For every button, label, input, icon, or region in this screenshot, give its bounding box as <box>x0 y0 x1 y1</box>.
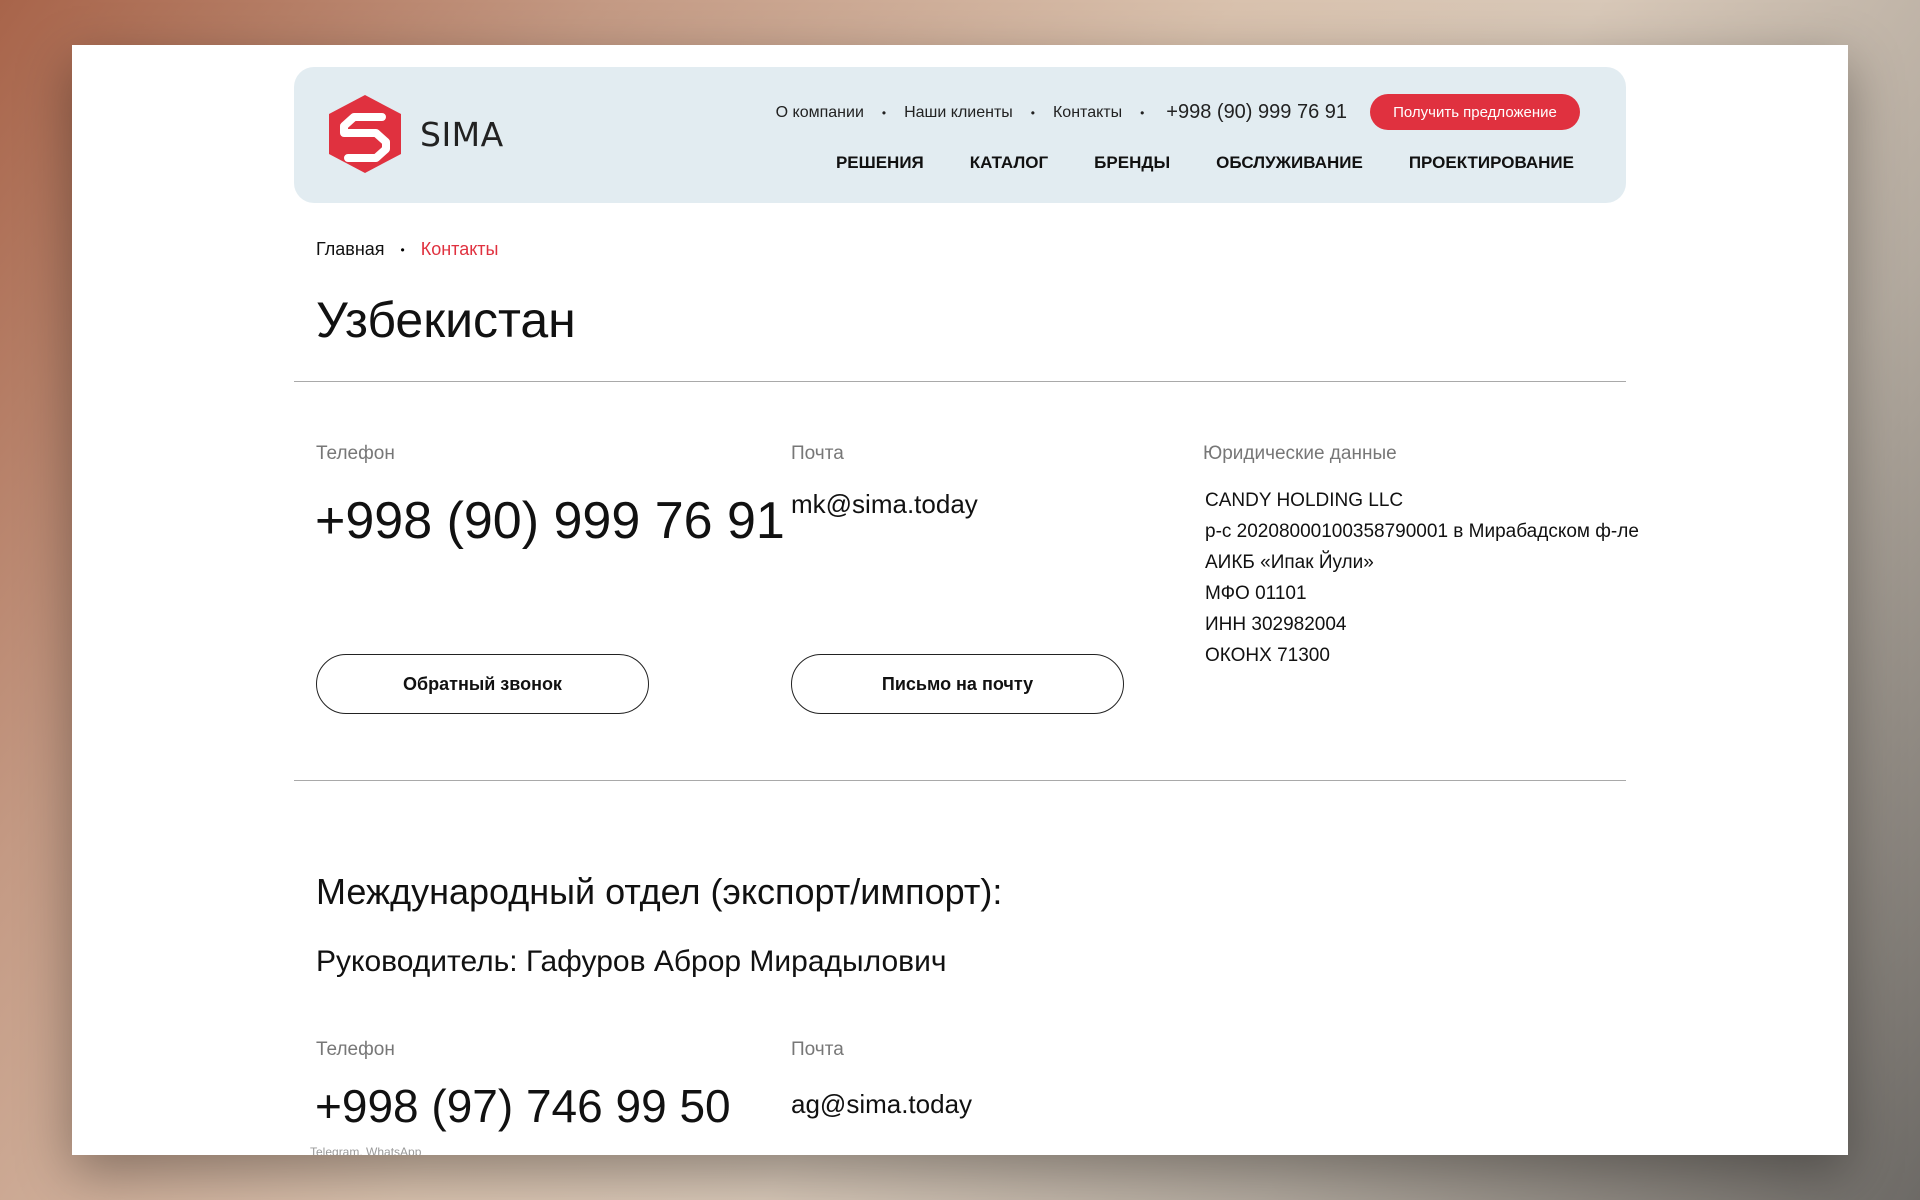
nav-brands[interactable]: БРЕНДЫ <box>1094 153 1170 173</box>
intl-email-label: Почта <box>791 1039 844 1060</box>
get-offer-button[interactable]: Получить предложение <box>1370 94 1580 130</box>
nav-design[interactable]: ПРОЕКТИРОВАНИЕ <box>1409 153 1574 173</box>
messengers-note: Telegram, WhatsApp <box>310 1145 422 1155</box>
header-phone-link[interactable]: +998 (90) 999 76 91 <box>1166 101 1347 124</box>
email-label: Почта <box>791 443 844 464</box>
legal-line: р-с 20208000100358790001 в Мирабадском ф… <box>1205 521 1639 542</box>
legal-details: CANDY HOLDING LLC р-с 202080001003587900… <box>1205 485 1639 671</box>
intl-phone-link[interactable]: +998 (97) 746 99 50 <box>315 1079 731 1133</box>
intl-phone-label: Телефон <box>316 1039 395 1060</box>
legal-line: МФО 01101 <box>1205 583 1307 604</box>
sima-logo-icon <box>329 95 401 173</box>
topnav-clients-link[interactable]: Наши клиенты <box>904 104 1013 122</box>
phone-label: Телефон <box>316 443 395 464</box>
intl-email-link[interactable]: ag@sima.today <box>791 1089 972 1120</box>
legal-line: ОКОНХ 71300 <box>1205 645 1330 666</box>
page-title: Узбекистан <box>316 292 576 348</box>
browser-page: SIMA О компании • Наши клиенты • Контакт… <box>72 45 1848 1155</box>
nav-solutions[interactable]: РЕШЕНИЯ <box>836 153 924 173</box>
breadcrumb-current: Контакты <box>420 239 499 259</box>
legal-label: Юридические данные <box>1203 443 1397 464</box>
divider <box>294 381 1626 382</box>
divider <box>294 780 1626 781</box>
logo-text: SIMA <box>420 114 504 154</box>
top-nav: О компании • Наши клиенты • Контакты • +… <box>776 101 1347 124</box>
logo[interactable]: SIMA <box>324 93 504 175</box>
nav-catalog[interactable]: КАТАЛОГ <box>970 153 1048 173</box>
topnav-about-link[interactable]: О компании <box>776 104 864 122</box>
send-email-button[interactable]: Письмо на почту <box>791 654 1124 714</box>
main-nav: РЕШЕНИЯ КАТАЛОГ БРЕНДЫ ОБСЛУЖИВАНИЕ ПРОЕ… <box>836 153 1574 173</box>
breadcrumb: Главная • Контакты <box>316 239 498 260</box>
breadcrumb-separator: • <box>400 242 405 257</box>
legal-line: CANDY HOLDING LLC <box>1205 490 1404 511</box>
legal-line: АИКБ «Ипак Йули» <box>1205 552 1374 573</box>
nav-separator: • <box>1030 105 1035 120</box>
nav-separator: • <box>881 105 887 120</box>
legal-line: ИНН 302982004 <box>1205 614 1347 635</box>
callback-button[interactable]: Обратный звонок <box>316 654 649 714</box>
main-phone-link[interactable]: +998 (90) 999 76 91 <box>315 491 785 551</box>
nav-service[interactable]: ОБСЛУЖИВАНИЕ <box>1216 153 1363 173</box>
site-header: SIMA О компании • Наши клиенты • Контакт… <box>294 67 1626 203</box>
main-email-link[interactable]: mk@sima.today <box>791 489 978 520</box>
international-section-title: Международный отдел (экспорт/импорт): <box>316 871 1003 912</box>
nav-separator: • <box>1140 105 1145 120</box>
breadcrumb-home-link[interactable]: Главная <box>316 239 385 260</box>
manager-name: Руководитель: Гафуров Аброр Мирадылович <box>316 945 947 978</box>
topnav-contacts-link[interactable]: Контакты <box>1053 104 1122 122</box>
